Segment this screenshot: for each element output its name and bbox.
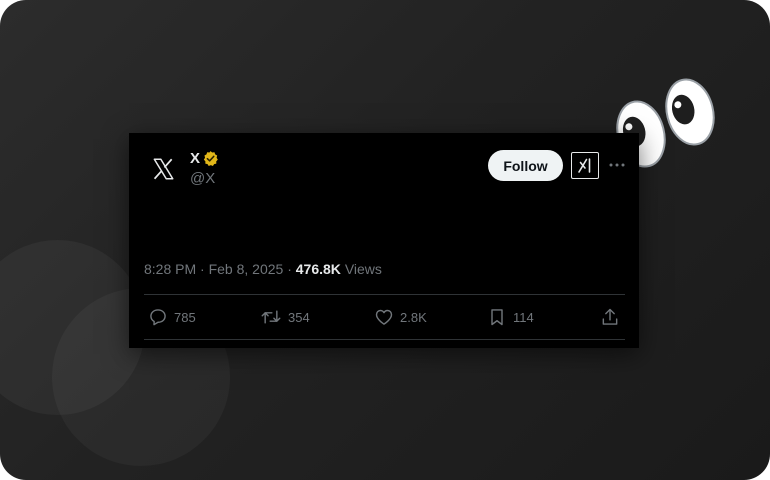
divider (144, 339, 625, 340)
reply-icon (150, 309, 166, 326)
repost-count: 354 (288, 309, 310, 325)
views-label: Views (344, 261, 382, 277)
bookmark-icon (491, 309, 503, 326)
background-frame: X @X Follow 8:28 PM · Feb 8, 2025 · 476.… (0, 0, 770, 480)
share-button[interactable] (600, 306, 620, 328)
tweet-meta: 8:28 PM · Feb 8, 2025 · 476.8K Views (144, 261, 382, 277)
share-icon (602, 308, 618, 325)
tweet-actions-bar: 785 354 2.8K 114 (144, 306, 625, 328)
grok-button[interactable] (571, 152, 599, 179)
author-display-name[interactable]: X (190, 150, 200, 167)
grok-icon (578, 158, 591, 173)
verified-badge-icon (202, 150, 219, 167)
more-icon (609, 163, 625, 167)
author-handle[interactable]: @X (190, 170, 215, 187)
reply-count: 785 (174, 309, 196, 325)
divider (144, 294, 625, 295)
like-count: 2.8K (400, 309, 427, 325)
bookmark-count: 114 (513, 309, 534, 325)
follow-button[interactable]: Follow (488, 150, 563, 181)
tweet-card: X @X Follow 8:28 PM · Feb 8, 2025 · 476.… (129, 133, 639, 348)
repost-icon (261, 310, 281, 324)
tweet-timestamp[interactable]: 8:28 PM · Feb 8, 2025 (144, 261, 283, 277)
meta-separator: · (283, 261, 296, 277)
like-icon (375, 309, 393, 325)
repost-button[interactable]: 354 (260, 306, 310, 328)
like-button[interactable]: 2.8K (374, 306, 427, 328)
x-logo-icon (153, 158, 174, 180)
views-count: 476.8K (295, 261, 341, 277)
bookmark-button[interactable]: 114 (487, 306, 534, 328)
more-options-button[interactable] (607, 153, 627, 177)
author-name-row[interactable]: X (190, 150, 219, 167)
avatar[interactable] (147, 153, 179, 185)
reply-button[interactable]: 785 (148, 306, 196, 328)
